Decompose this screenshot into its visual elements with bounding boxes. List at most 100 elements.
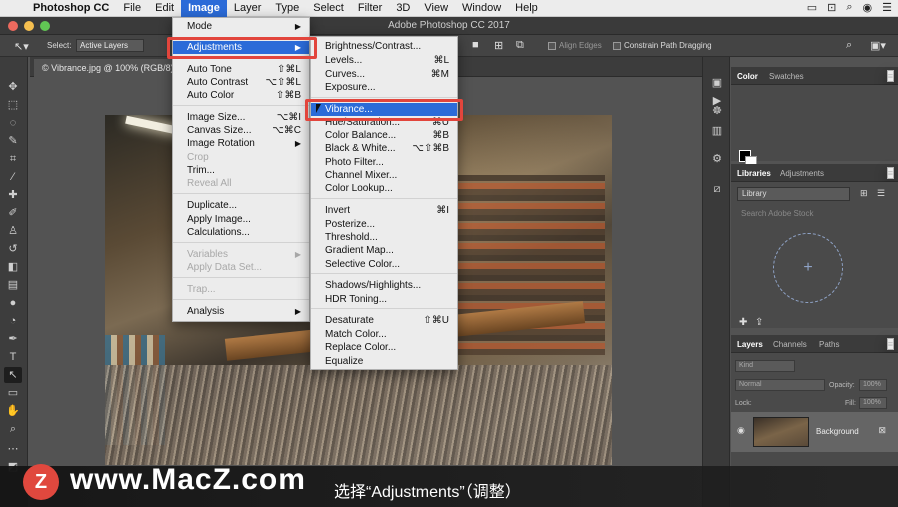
history-panel-icon[interactable]: ▣ — [709, 75, 725, 91]
adjustments-menu-item[interactable]: Equalize — [311, 355, 457, 368]
tab-paths[interactable]: Paths — [819, 340, 839, 349]
menu-type[interactable]: Type — [268, 0, 306, 17]
image-menu-item[interactable]: Adjustments ▶ — [173, 41, 309, 54]
menu-window[interactable]: Window — [455, 0, 508, 17]
histogram-panel-icon[interactable]: ▥ — [709, 123, 725, 139]
document-tab[interactable]: © Vibrance.jpg @ 100% (RGB/8) — [34, 59, 182, 77]
image-menu-item[interactable]: Auto Color ⇧⌘B — [173, 89, 309, 102]
workspace-icon[interactable]: ▣▾ — [870, 39, 886, 52]
image-menu-item[interactable]: Trim... — [173, 164, 309, 177]
adjustments-menu-item[interactable]: Gradient Map... — [311, 244, 457, 257]
search-icon[interactable]: ⌕ — [846, 39, 852, 52]
adjustments-menu-item[interactable]: Exposure... — [311, 81, 457, 94]
image-menu-item[interactable]: Duplicate... — [173, 199, 309, 212]
adjustments-menu-item[interactable]: Hue/Saturation... ⌘U — [311, 116, 457, 129]
blend-mode-dropdown[interactable]: Normal — [735, 379, 825, 391]
brushes-panel-icon[interactable]: ⚙ — [709, 151, 725, 167]
type-tool-icon[interactable]: T — [4, 349, 22, 365]
brush-tool-icon[interactable]: ✐ — [4, 205, 22, 221]
align-edges-option[interactable]: Align Edges — [548, 41, 602, 50]
library-search-input[interactable]: Search Adobe Stock — [737, 208, 892, 222]
tab-swatches[interactable]: Swatches — [769, 72, 804, 81]
adjustments-menu-item[interactable]: HDR Toning... — [311, 293, 457, 306]
paths-panel-icon[interactable]: ⧄ — [709, 181, 725, 197]
eye-icon[interactable]: ◉ — [737, 425, 745, 436]
adjustments-menu-item[interactable]: Photo Filter... — [311, 156, 457, 169]
libraries-panel-menu-icon[interactable]: ≡ — [886, 167, 894, 179]
path-selection-tool-button-icon[interactable]: ↖ — [4, 367, 22, 383]
menu-filter[interactable]: Filter — [351, 0, 389, 17]
adjustments-menu-item[interactable]: Shadows/Highlights... — [311, 279, 457, 292]
move-tool-icon[interactable]: ✥ — [4, 79, 22, 95]
constrain-checkbox[interactable] — [613, 41, 621, 50]
blur-tool-icon[interactable]: ● — [4, 295, 22, 311]
control-center-icon[interactable]: ☰ — [882, 1, 892, 14]
healing-tool-icon[interactable]: ✚ — [4, 187, 22, 203]
menu-select[interactable]: Select — [306, 0, 351, 17]
adjustments-menu-item[interactable]: Channel Mixer... — [311, 169, 457, 182]
path-selection-tool-icon[interactable]: ↖▾ — [14, 40, 29, 53]
layer-kind-filter[interactable]: Kind — [735, 360, 795, 372]
tab-adjustments[interactable]: Adjustments — [780, 169, 824, 178]
image-menu-item[interactable]: Calculations... — [173, 226, 309, 239]
constrain-option[interactable]: Constrain Path Dragging — [613, 41, 712, 50]
upload-icon[interactable]: ⇪ — [755, 317, 763, 328]
menu-3d[interactable]: 3D — [389, 0, 417, 17]
dodge-tool-icon[interactable]: ◔ — [4, 313, 22, 329]
image-menu-item[interactable]: Mode ▶ — [173, 20, 309, 33]
marquee-tool-icon[interactable]: ⬚ — [4, 97, 22, 113]
hand-tool-icon[interactable]: ✋ — [4, 403, 22, 419]
quick-select-tool-icon[interactable]: ✎ — [4, 133, 22, 149]
menu-image[interactable]: Image — [181, 0, 227, 17]
image-menu-item[interactable]: Canvas Size... ⌥⌘C — [173, 124, 309, 137]
library-dropdown[interactable]: Library — [737, 187, 850, 201]
adjustments-menu-item[interactable]: Brightness/Contrast... — [311, 40, 457, 53]
lasso-tool-icon[interactable]: ◌ — [4, 115, 22, 131]
opacity-field[interactable]: 100% — [859, 379, 887, 391]
adjustments-menu-item[interactable]: Black & White... ⌥⇧⌘B — [311, 142, 457, 155]
zoom-tool-icon[interactable]: ⌕ — [4, 421, 22, 437]
color-panel-menu-icon[interactable]: ≡ — [886, 70, 894, 82]
adjustments-menu-item[interactable]: Color Balance... ⌘B — [311, 129, 457, 142]
library-add-drop[interactable]: + — [773, 233, 843, 303]
image-menu-item[interactable]: Apply Image... — [173, 213, 309, 226]
image-menu-item[interactable]: Image Size... ⌥⌘I — [173, 111, 309, 124]
arrange-icon[interactable]: ⊞ — [494, 39, 503, 52]
eyedropper-tool-icon[interactable]: ⁄ — [4, 169, 22, 185]
add-content-icon[interactable]: ✚ — [739, 317, 747, 328]
grid-view-icon[interactable]: ⊞ — [860, 188, 868, 199]
align-edges-checkbox[interactable] — [548, 41, 556, 50]
image-menu-item[interactable]: Analysis ▶ — [173, 305, 309, 318]
spotlight-icon[interactable]: ⌕ — [846, 1, 852, 14]
adjustments-menu-item[interactable]: Replace Color... — [311, 341, 457, 354]
menu-view[interactable]: View — [417, 0, 455, 17]
lock-icon[interactable]: ⊠ — [878, 425, 886, 436]
menu-edit[interactable]: Edit — [148, 0, 181, 17]
path-ops-icon[interactable]: ⧉ — [516, 39, 524, 52]
adjustments-menu-item[interactable]: Selective Color... — [311, 258, 457, 271]
shape-tool-icon[interactable]: ▭ — [4, 385, 22, 401]
menu-photoshop[interactable]: Photoshop CC — [26, 0, 116, 17]
stamp-tool-icon[interactable]: ♙ — [4, 223, 22, 239]
adjustments-menu-item[interactable]: Match Color... — [311, 328, 457, 341]
fill-field[interactable]: 100% — [859, 397, 887, 409]
adjustments-menu-item[interactable]: Invert ⌘I — [311, 204, 457, 217]
eraser-tool-icon[interactable]: ◧ — [4, 259, 22, 275]
tab-libraries[interactable]: Libraries — [737, 169, 771, 178]
adjustments-menu-item[interactable]: Vibrance... — [311, 103, 457, 116]
pen-tool-icon[interactable]: ✒ — [4, 331, 22, 347]
adjustments-menu-item[interactable]: Levels... ⌘L — [311, 54, 457, 67]
adjustments-menu-item[interactable]: Desaturate ⇧⌘U — [311, 314, 457, 327]
user-icon[interactable]: ◉ — [863, 1, 873, 14]
tab-channels[interactable]: Channels — [773, 340, 807, 349]
select-dropdown[interactable]: Active Layers — [76, 39, 144, 52]
adjustments-menu-item[interactable]: Curves... ⌘M — [311, 68, 457, 81]
layers-panel-menu-icon[interactable]: ≡ — [886, 338, 894, 350]
notification-icon[interactable]: ⊡ — [827, 1, 836, 14]
tab-layers[interactable]: Layers — [737, 340, 763, 349]
adjustments-menu-item[interactable]: Color Lookup... — [311, 182, 457, 195]
adjustments-menu-item[interactable]: Threshold... — [311, 231, 457, 244]
list-view-icon[interactable]: ☰ — [877, 188, 885, 199]
crop-tool-icon[interactable]: ⌗ — [4, 151, 22, 167]
image-menu-item[interactable]: Image Rotation ▶ — [173, 137, 309, 150]
